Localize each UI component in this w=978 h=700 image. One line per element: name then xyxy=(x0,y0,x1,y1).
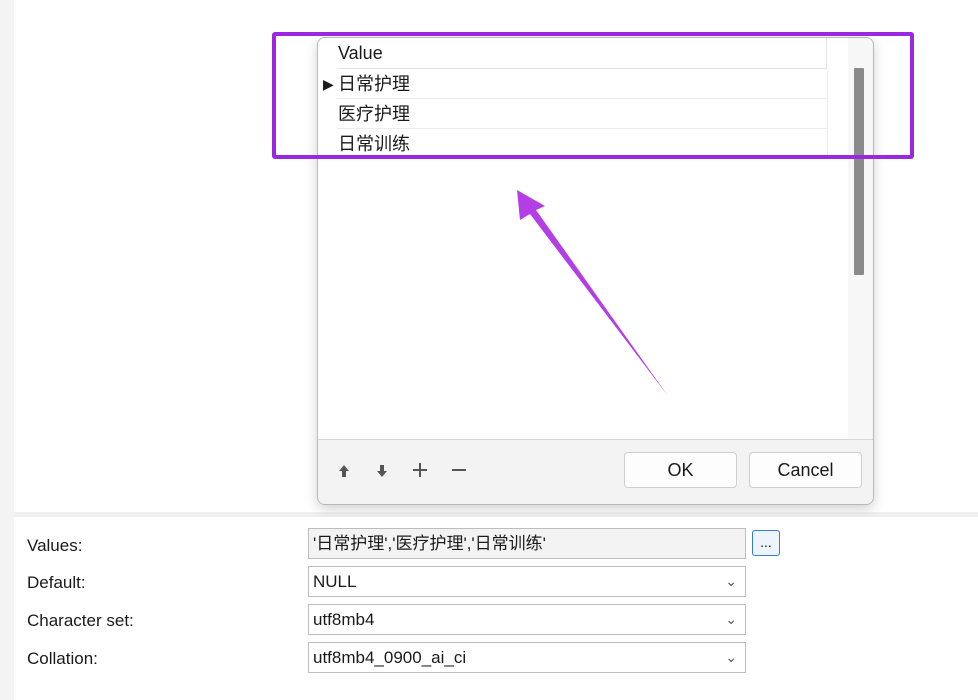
default-label: Default: xyxy=(27,573,86,592)
highlight-box xyxy=(272,32,914,159)
panel-separator xyxy=(14,512,978,517)
move-up-button[interactable] xyxy=(332,453,356,487)
edit-values-button[interactable]: ... xyxy=(752,530,780,556)
cancel-button[interactable]: Cancel xyxy=(749,452,862,488)
charset-value: utf8mb4 xyxy=(313,610,375,629)
collation-label: Collation: xyxy=(27,649,98,668)
collation-value: utf8mb4_0900_ai_ci xyxy=(313,648,467,667)
charset-select[interactable]: utf8mb4 ⌄ xyxy=(308,604,746,635)
chevron-down-icon: ⌄ xyxy=(725,649,737,665)
arrow-down-icon xyxy=(377,465,387,477)
arrow-up-icon xyxy=(339,465,349,477)
chevron-down-icon: ⌄ xyxy=(725,573,737,589)
chevron-down-icon: ⌄ xyxy=(725,611,737,627)
ok-button[interactable]: OK xyxy=(624,452,737,488)
values-field[interactable]: '日常护理','医疗护理','日常训练' xyxy=(308,528,746,559)
plus-icon xyxy=(413,463,427,477)
values-label: Values: xyxy=(27,536,83,555)
default-value: NULL xyxy=(313,572,357,591)
minus-icon xyxy=(452,469,466,471)
values-text: '日常护理','医疗护理','日常训练' xyxy=(313,534,546,553)
add-value-button[interactable] xyxy=(408,453,432,487)
collation-select[interactable]: utf8mb4_0900_ai_ci ⌄ xyxy=(308,642,746,673)
move-down-button[interactable] xyxy=(370,453,394,487)
charset-label: Character set: xyxy=(27,611,134,630)
left-panel-strip xyxy=(0,0,14,700)
default-select[interactable]: NULL ⌄ xyxy=(308,566,746,597)
remove-value-button[interactable] xyxy=(447,453,471,487)
